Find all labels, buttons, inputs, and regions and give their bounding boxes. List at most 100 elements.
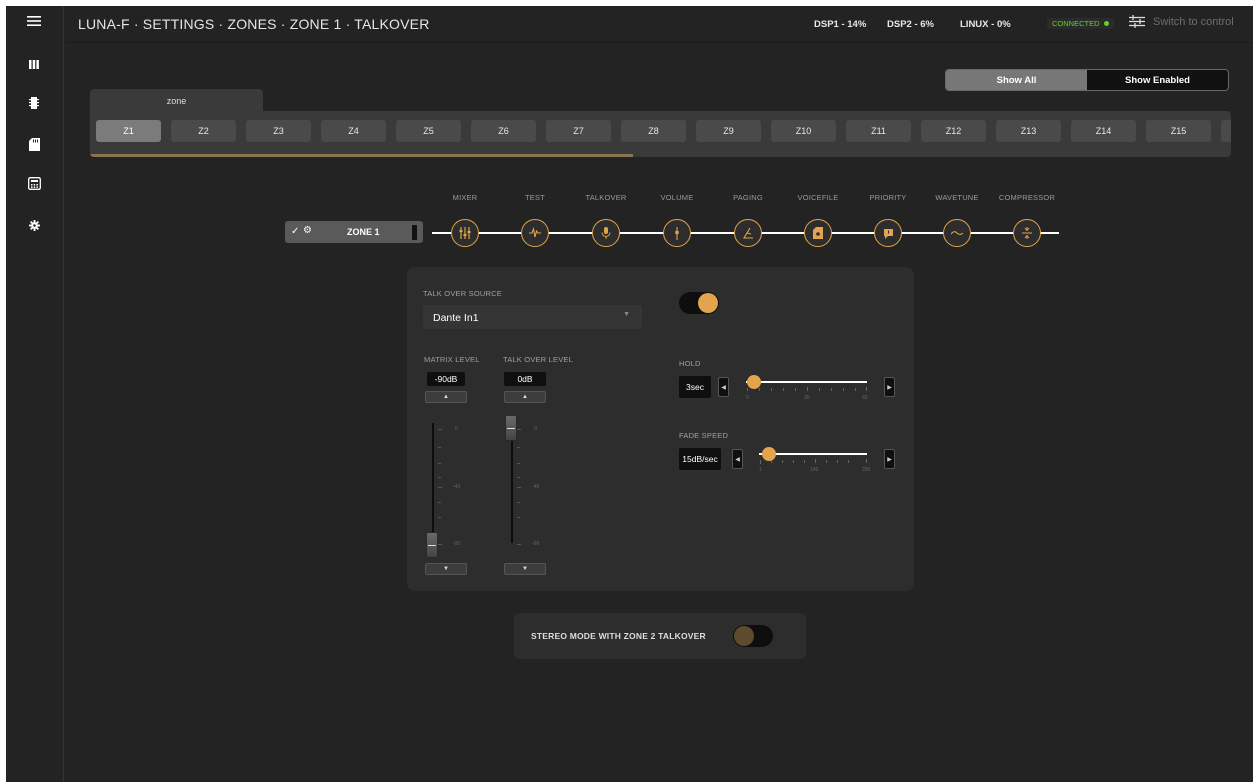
scale-tick (517, 544, 521, 545)
connection-status: CONNECTED (1047, 18, 1114, 29)
talkover-panel: TALK OVER SOURCE Dante In1 ▼ MATRIX LEVE… (407, 267, 914, 591)
chevron-right-icon: ▶ (887, 384, 892, 391)
show-all-button[interactable]: Show All (946, 70, 1087, 90)
talkover-source-select[interactable]: Dante In1 ▼ (423, 305, 642, 329)
scale-tick (438, 544, 442, 545)
zone-tab[interactable]: zone (90, 89, 263, 112)
linux-usage: LINUX - 0% (960, 19, 1011, 30)
hold-slider-track[interactable] (746, 381, 867, 383)
zone-button-z10[interactable]: Z10 (771, 120, 836, 142)
zone-button-z7[interactable]: Z7 (546, 120, 611, 142)
stereo-mode-label: STEREO MODE WITH ZONE 2 TALKOVER (531, 631, 706, 641)
calculator-icon[interactable] (23, 172, 45, 194)
zone-button-z11[interactable]: Z11 (846, 120, 911, 142)
hold-increase-button[interactable]: ▶ (884, 377, 895, 397)
fade-speed-slider-knob[interactable] (762, 447, 776, 461)
chevron-left-icon: ◀ (721, 384, 726, 391)
bars-icon[interactable] (23, 53, 45, 75)
hold-scale-max: 60 (862, 395, 868, 401)
volume-fader-icon (675, 226, 679, 240)
zone-button-z9[interactable]: Z9 (696, 120, 761, 142)
matrix-level-down-button[interactable]: ▼ (425, 563, 467, 575)
switch-control-label: Switch to control (1153, 15, 1234, 28)
chevron-right-icon: ▶ (887, 456, 892, 463)
connection-label: CONNECTED (1052, 19, 1100, 28)
toggle-knob (734, 626, 754, 646)
show-enabled-button[interactable]: Show Enabled (1087, 70, 1228, 90)
fade-speed-value[interactable]: 15dB/sec (679, 448, 721, 470)
zone-button-z3[interactable]: Z3 (246, 120, 311, 142)
talkover-level-fader-track[interactable] (511, 423, 513, 543)
scale-tick (517, 463, 520, 464)
zone-button-z4[interactable]: Z4 (321, 120, 386, 142)
status-dot-icon (1103, 21, 1109, 26)
talkover-source-label: TALK OVER SOURCE (423, 289, 502, 298)
file-icon (813, 227, 823, 239)
talkover-level-value[interactable]: 0dB (504, 372, 546, 386)
scale-tick (517, 487, 521, 488)
stage-wavetune-button[interactable] (943, 219, 971, 247)
matrix-level-fader-knob[interactable] (426, 532, 438, 558)
zone-button-next[interactable] (1221, 120, 1231, 142)
zone-button-z6[interactable]: Z6 (471, 120, 536, 142)
stage-talkover-button[interactable] (592, 219, 620, 247)
stage-label-paging: PAGING (733, 193, 763, 202)
matrix-scale-top: 0 (455, 426, 458, 432)
zone-button-z1[interactable]: Z1 (96, 120, 161, 142)
chevron-down-icon: ▼ (443, 566, 449, 572)
talkover-level-fader-knob[interactable] (505, 415, 517, 441)
zone-chip[interactable]: ✓ ⚙ ZONE 1 (285, 221, 423, 243)
hold-value[interactable]: 3sec (679, 376, 711, 398)
scale-tick (438, 463, 441, 464)
stage-priority-button[interactable] (874, 219, 902, 247)
dsp1-usage: DSP1 - 14% (814, 19, 867, 30)
matrix-level-fader-track[interactable] (432, 423, 434, 543)
fade-scale-mid: 146 (810, 467, 819, 473)
zone-button-z12[interactable]: Z12 (921, 120, 986, 142)
sliders-toggle-icon (1129, 15, 1145, 28)
zone-chip-label: ZONE 1 (347, 227, 380, 237)
talkover-scale-mid: -40 (532, 484, 540, 490)
stage-volume-button[interactable] (663, 219, 691, 247)
zone-chip-handle (412, 225, 417, 240)
scale-tick (438, 502, 441, 503)
switch-to-control-button[interactable]: Switch to control (1129, 15, 1234, 28)
toggle-knob (698, 293, 718, 313)
talkover-level-down-button[interactable]: ▼ (504, 563, 546, 575)
gear-icon: ⚙ (303, 225, 312, 236)
zone-button-z2[interactable]: Z2 (171, 120, 236, 142)
slider-tick (866, 387, 867, 391)
stage-voicefile-button[interactable] (804, 219, 832, 247)
matrix-scale-mid: -40 (453, 484, 461, 490)
gear-icon[interactable] (23, 214, 45, 236)
hold-slider-knob[interactable] (747, 375, 761, 389)
stage-mixer-button[interactable] (451, 219, 479, 247)
fade-speed-increase-button[interactable]: ▶ (884, 449, 895, 469)
talkover-scale-top: 0 (534, 426, 537, 432)
zone-scrollbar[interactable] (90, 154, 633, 157)
sd-card-icon[interactable] (23, 133, 45, 155)
stage-compressor-button[interactable] (1013, 219, 1041, 247)
chip-icon[interactable] (23, 92, 45, 114)
stage-paging-button[interactable] (734, 219, 762, 247)
zone-button-z13[interactable]: Z13 (996, 120, 1061, 142)
hold-decrease-button[interactable]: ◀ (718, 377, 729, 397)
sliders-icon (459, 227, 471, 239)
zone-button-z14[interactable]: Z14 (1071, 120, 1136, 142)
zone-button-z8[interactable]: Z8 (621, 120, 686, 142)
zone-button-z15[interactable]: Z15 (1146, 120, 1211, 142)
fade-speed-decrease-button[interactable]: ◀ (732, 449, 743, 469)
matrix-level-value[interactable]: -90dB (427, 372, 465, 386)
slider-tick (783, 388, 784, 391)
menu-icon[interactable] (23, 10, 45, 32)
matrix-level-up-button[interactable]: ▲ (425, 391, 467, 403)
dsp2-usage: DSP2 - 6% (887, 19, 934, 30)
scale-tick (438, 487, 442, 488)
slider-tick (759, 388, 760, 391)
talkover-enable-toggle[interactable] (679, 292, 719, 314)
zone-button-z5[interactable]: Z5 (396, 120, 461, 142)
stage-test-button[interactable] (521, 219, 549, 247)
slider-tick (807, 387, 808, 391)
talkover-level-up-button[interactable]: ▲ (504, 391, 546, 403)
stereo-mode-toggle[interactable] (733, 625, 773, 647)
